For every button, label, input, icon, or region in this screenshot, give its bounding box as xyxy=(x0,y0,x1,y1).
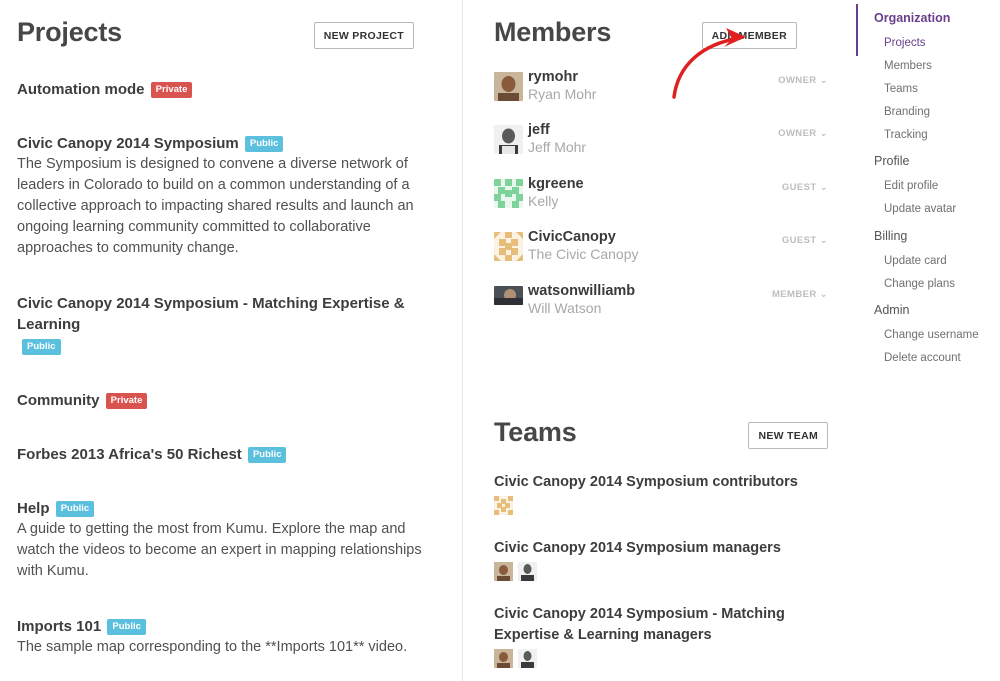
project-item: Civic Canopy 2014 Symposium Public The S… xyxy=(17,133,437,259)
projects-title: Projects xyxy=(17,17,122,47)
user-avatar xyxy=(494,125,523,154)
role-label: GUEST xyxy=(781,235,817,246)
role-label: OWNER xyxy=(778,128,817,139)
project-item: Automation mode Private xyxy=(17,79,437,100)
user-avatar xyxy=(518,562,538,581)
chevron-down-icon: ⌄ xyxy=(819,289,828,300)
nav-item-members[interactable]: Members xyxy=(884,60,932,72)
active-indicator xyxy=(856,4,858,56)
team-title-link[interactable]: Civic Canopy 2014 Symposium - Matching E… xyxy=(494,604,834,646)
nav-item-update-card[interactable]: Update card xyxy=(884,255,947,267)
identicon-avatar xyxy=(494,496,513,515)
chevron-down-icon: ⌄ xyxy=(819,235,828,246)
team-title-link[interactable]: Civic Canopy 2014 Symposium managers xyxy=(494,538,834,559)
member-row: watsonwilliamb Will Watson MEMBER ⌄ xyxy=(494,283,828,322)
member-role-dropdown[interactable]: OWNER ⌄ xyxy=(778,128,828,139)
teams-header: Teams NEW TEAM xyxy=(494,400,828,470)
nav-item-branding[interactable]: Branding xyxy=(884,106,930,118)
role-label: OWNER xyxy=(778,75,817,86)
chevron-down-icon: ⌄ xyxy=(819,75,828,86)
nav-item-edit-profile[interactable]: Edit profile xyxy=(884,180,938,192)
identicon-avatar xyxy=(494,232,523,261)
nav-item-change-plans[interactable]: Change plans xyxy=(884,278,955,290)
teams-title: Teams xyxy=(494,417,577,447)
nav-item-update-avatar[interactable]: Update avatar xyxy=(884,203,956,215)
private-badge: Private xyxy=(150,82,193,98)
member-username[interactable]: CivicCanopy xyxy=(528,229,616,245)
project-title-link[interactable]: Help xyxy=(17,500,50,517)
chevron-down-icon: ⌄ xyxy=(819,182,828,193)
annotation-arrow-icon xyxy=(672,28,746,99)
private-badge: Private xyxy=(105,393,148,409)
team-member-avatars xyxy=(494,562,834,581)
project-item: Imports 101 Public The sample map corres… xyxy=(17,616,437,658)
nav-item-projects[interactable]: Projects xyxy=(884,37,926,49)
team-member-avatars xyxy=(494,496,834,515)
user-avatar xyxy=(494,286,523,305)
member-full-name: Will Watson xyxy=(528,300,602,316)
user-avatar xyxy=(494,649,513,668)
member-role-dropdown[interactable]: MEMBER ⌄ xyxy=(772,289,828,300)
public-badge: Public xyxy=(55,501,95,517)
nav-group-organization[interactable]: Organization xyxy=(874,11,950,25)
team-title-link[interactable]: Civic Canopy 2014 Symposium contributors xyxy=(494,472,834,493)
user-avatar xyxy=(494,72,523,101)
member-role-dropdown[interactable]: GUEST ⌄ xyxy=(782,235,828,246)
member-username[interactable]: jeff xyxy=(528,122,550,138)
nav-item-teams[interactable]: Teams xyxy=(884,83,918,95)
project-title-link[interactable]: Community xyxy=(17,392,100,409)
project-item: Community Private xyxy=(17,390,437,411)
project-description: The sample map corresponding to the **Im… xyxy=(17,639,408,655)
team-member-avatars xyxy=(494,649,834,668)
nav-group-billing[interactable]: Billing xyxy=(874,229,907,243)
team-item: Civic Canopy 2014 Symposium contributors xyxy=(494,472,834,515)
new-team-button[interactable]: NEW TEAM xyxy=(748,422,828,449)
member-full-name: Jeff Mohr xyxy=(528,139,587,155)
project-title-link[interactable]: Automation mode xyxy=(17,81,145,98)
member-row: rymohr Ryan Mohr OWNER ⌄ xyxy=(494,69,828,108)
member-full-name: Kelly xyxy=(528,193,559,209)
identicon-avatar xyxy=(494,179,523,208)
project-item: Forbes 2013 Africa's 50 Richest Public xyxy=(17,444,437,465)
public-badge: Public xyxy=(22,339,61,355)
member-row: jeff Jeff Mohr OWNER ⌄ xyxy=(494,122,828,161)
project-description: A guide to getting the most from Kumu. E… xyxy=(17,521,422,579)
member-username[interactable]: kgreene xyxy=(528,176,584,192)
nav-item-tracking[interactable]: Tracking xyxy=(884,129,928,141)
members-header: Members ADD MEMBER xyxy=(494,0,826,70)
user-avatar xyxy=(518,649,538,668)
public-badge: Public xyxy=(107,619,146,635)
team-item: Civic Canopy 2014 Symposium managers xyxy=(494,538,834,581)
nav-item-delete-account[interactable]: Delete account xyxy=(884,352,961,364)
members-title: Members xyxy=(494,17,612,47)
member-full-name: Ryan Mohr xyxy=(528,86,597,102)
user-avatar xyxy=(494,562,513,581)
member-row: kgreene Kelly GUEST ⌄ xyxy=(494,176,828,215)
project-item: Help Public A guide to getting the most … xyxy=(17,498,437,582)
project-description: The Symposium is designed to convene a d… xyxy=(17,156,414,256)
role-label: MEMBER xyxy=(771,289,817,300)
nav-group-profile[interactable]: Profile xyxy=(874,154,909,168)
settings-nav: Organization Projects Members Teams Bran… xyxy=(856,0,1000,681)
project-item: Civic Canopy 2014 Symposium - Matching E… xyxy=(17,293,417,356)
nav-item-change-username[interactable]: Change username xyxy=(884,329,979,341)
member-row: CivicCanopy The Civic Canopy GUEST ⌄ xyxy=(494,229,828,268)
projects-header: Projects NEW PROJECT xyxy=(17,0,445,70)
public-badge: Public xyxy=(247,447,287,463)
new-project-button[interactable]: NEW PROJECT xyxy=(313,22,414,49)
member-role-dropdown[interactable]: OWNER ⌄ xyxy=(778,75,828,86)
project-title-link[interactable]: Forbes 2013 Africa's 50 Richest xyxy=(17,446,242,463)
member-username[interactable]: watsonwilliamb xyxy=(528,283,635,299)
chevron-down-icon: ⌄ xyxy=(819,128,828,139)
member-role-dropdown[interactable]: GUEST ⌄ xyxy=(782,182,828,193)
public-badge: Public xyxy=(244,136,284,152)
team-item: Civic Canopy 2014 Symposium - Matching E… xyxy=(494,604,834,668)
project-title-link[interactable]: Imports 101 xyxy=(17,618,101,635)
role-label: GUEST xyxy=(781,182,817,193)
project-title-link[interactable]: Civic Canopy 2014 Symposium - Matching E… xyxy=(17,295,405,333)
project-title-link[interactable]: Civic Canopy 2014 Symposium xyxy=(17,135,239,152)
nav-group-admin[interactable]: Admin xyxy=(874,303,909,317)
member-full-name: The Civic Canopy xyxy=(528,246,639,262)
member-username[interactable]: rymohr xyxy=(528,69,578,85)
